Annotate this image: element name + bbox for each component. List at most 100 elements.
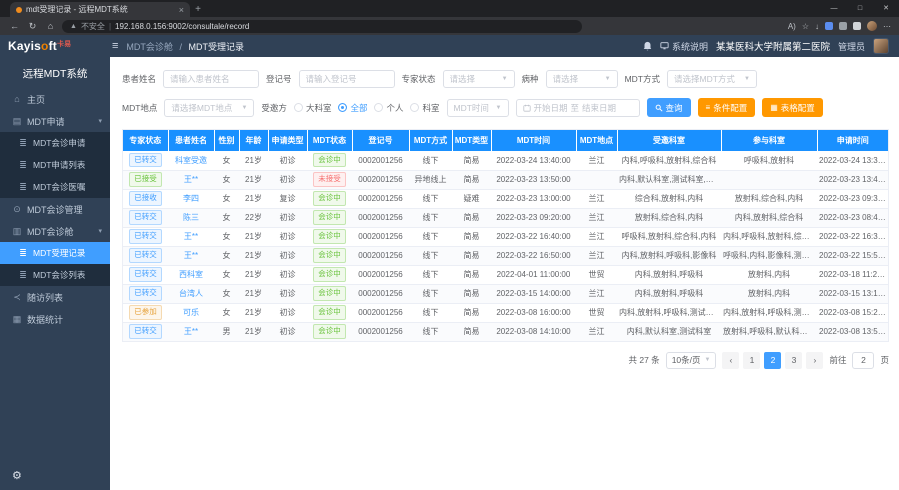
sidebar-item-mdt-accept-record[interactable]: ≣MDT受理记录 [0,242,110,264]
tab-close-icon[interactable]: × [179,5,184,15]
favorite-star-icon[interactable]: ☆ [802,22,809,31]
sidebar-item-mdt-cabin[interactable]: ▥MDT会诊舱▾ [0,220,110,242]
goto-page-input[interactable]: 2 [852,352,874,369]
radio-big-dept[interactable]: 大科室 [294,102,332,114]
mdt-time-cell: 2022-03-08 14:10:00 [496,327,570,336]
expert-status-tag: 已参加 [129,305,162,319]
back-icon[interactable]: ← [8,21,21,31]
patient-name-link[interactable]: 西科室 [179,270,203,279]
sidebar-item-label: MDT申请 [27,115,65,128]
sidebar-item-mdt-manage[interactable]: ⊙MDT会诊管理 [0,198,110,220]
register-no-input[interactable]: 请输入登记号 [299,70,395,88]
extension-icon[interactable] [853,22,861,30]
sidebar-item-label: 数据统计 [27,313,63,326]
downloads-icon[interactable]: ↓ [815,22,819,31]
patient-name-link[interactable]: 王** [184,327,198,336]
url-bar[interactable]: ▲ 不安全 | 192.168.0.156:9002/consultale/re… [62,20,582,33]
table-config-button[interactable]: ▦ 表格配置 [762,98,823,117]
page-size-select[interactable]: 10条/页 ▼ [666,352,717,369]
mdt-place-select[interactable]: 请选择MDT地点▼ [164,99,254,117]
extension-icon[interactable] [839,22,847,30]
mdt-status-tag: 会诊中 [313,248,346,262]
hamburger-icon[interactable]: ≡ [112,40,118,52]
disease-select[interactable]: 请选择▼ [546,70,618,88]
gender-cell: 女 [223,175,231,184]
system-help[interactable]: 系统说明 [660,40,708,53]
refresh-icon[interactable]: ↻ [26,21,39,32]
apply-time-cell: 2022-03-23 09:35:39 [819,194,888,203]
column-header: 登记号 [352,130,409,151]
mdt-time-cell: 2022-03-22 16:40:00 [496,232,570,241]
gender-cell: 女 [223,156,231,165]
apply-time-cell: 2022-03-18 11:28:25 [819,270,888,279]
mdt-mode-cell: 线下 [423,194,439,203]
mdt-time-cell: 2022-03-23 09:20:00 [496,213,570,222]
mdt-status-tag: 会诊中 [313,267,346,281]
patient-name-link[interactable]: 李四 [183,194,199,203]
sidebar-item-mdt-consult-list[interactable]: ≣MDT会诊列表 [0,264,110,286]
mdt-mode-select[interactable]: 请选择MDT方式▼ [667,70,757,88]
page-button-1[interactable]: 1 [743,352,760,369]
next-page-button[interactable]: › [806,352,823,369]
mdt-place-cell: 兰江 [589,213,605,222]
sidebar-item-mdt-apply[interactable]: ▤MDT申请▾ [0,110,110,132]
grid-icon: ▦ [770,104,778,112]
settings-gear-icon[interactable]: ⚙ [12,469,22,482]
prev-page-button[interactable]: ‹ [722,352,739,369]
user-avatar[interactable] [873,38,889,54]
window-close-button[interactable]: ✕ [873,0,899,17]
breadcrumb-parent[interactable]: MDT会诊舱 [126,42,173,52]
column-header: MDT地点 [576,130,617,151]
radio-all[interactable]: 全部 [338,102,367,114]
window-maximize-button[interactable]: □ [847,0,873,17]
patient-name-link[interactable]: 陈三 [183,213,199,222]
patient-name-link[interactable]: 台湾人 [179,289,203,298]
sidebar-item-data-stats[interactable]: ▦数据统计 [0,308,110,330]
radio-label: 大科室 [306,102,332,114]
sidebar-item-label: MDT会诊舱 [27,225,74,238]
patient-name-link[interactable]: 可乐 [183,308,199,317]
search-button[interactable]: 查询 [647,98,691,117]
sidebar-item-mdt-consult-apply[interactable]: ≣MDT会诊申请 [0,132,110,154]
page-button-3[interactable]: 3 [785,352,802,369]
system-help-label: 系统说明 [672,40,708,53]
apply-type-cell: 初诊 [280,156,296,165]
sidebar-submenu: ≣MDT受理记录≣MDT会诊列表 [0,242,110,286]
new-tab-button[interactable]: + [190,2,206,17]
expert-status-select[interactable]: 请选择▼ [443,70,515,88]
patient-name-link[interactable]: 王** [184,175,198,184]
table-row: 已接受王**女21岁初诊未接受0002001256异地线上简易2022-03-2… [123,170,888,189]
patient-name-link[interactable]: 科室受邀 [175,156,207,165]
browser-profile-avatar[interactable] [867,21,877,31]
date-range-picker[interactable]: 开始日期 至 结束日期 [516,99,640,117]
mdt-status-tag: 未接受 [313,172,346,186]
home-icon[interactable]: ⌂ [44,21,57,31]
window-minimize-button[interactable]: — [821,0,847,17]
condition-config-button[interactable]: ≡ 条件配置 [698,98,756,117]
expert-status-tag: 已接受 [129,172,162,186]
chevron-down-icon: ▾ [98,227,102,235]
sidebar-item-mdt-consult-advice[interactable]: ≣MDT会诊医嘱 [0,176,110,198]
mdt-place-cell: 兰江 [589,327,605,336]
mdt-time-select[interactable]: MDT时间▼ [447,99,509,117]
radio-personal[interactable]: 个人 [374,102,403,114]
notification-bell-icon[interactable] [643,41,652,51]
column-header: 申请时间 [817,130,888,151]
read-aloud-icon[interactable]: A) [788,22,796,31]
radio-dept[interactable]: 科室 [410,102,439,114]
mdt-status-tag: 会诊中 [313,324,346,338]
extension-icon[interactable] [825,22,833,30]
sidebar-item-follow-list[interactable]: ≺随访列表 [0,286,110,308]
mdt-mode-cell: 线下 [423,327,439,336]
sidebar-item-mdt-apply-list[interactable]: ≣MDT申请列表 [0,154,110,176]
patient-name-input[interactable]: 请输入患者姓名 [163,70,259,88]
patient-name-link[interactable]: 王** [184,232,198,241]
browser-address-bar: ← ↻ ⌂ ▲ 不安全 | 192.168.0.156:9002/consult… [0,17,899,35]
patient-name-link[interactable]: 王** [184,251,198,260]
page-button-2[interactable]: 2 [764,352,781,369]
browser-menu-icon[interactable]: ⋯ [883,22,891,31]
browser-tab[interactable]: mdt受理记录 - 远程MDT系统 × [10,2,190,17]
column-header: MDT方式 [409,130,452,151]
mdt-time-cell: 2022-03-15 14:00:00 [496,289,570,298]
sidebar-item-home[interactable]: ⌂主页 [0,88,110,110]
